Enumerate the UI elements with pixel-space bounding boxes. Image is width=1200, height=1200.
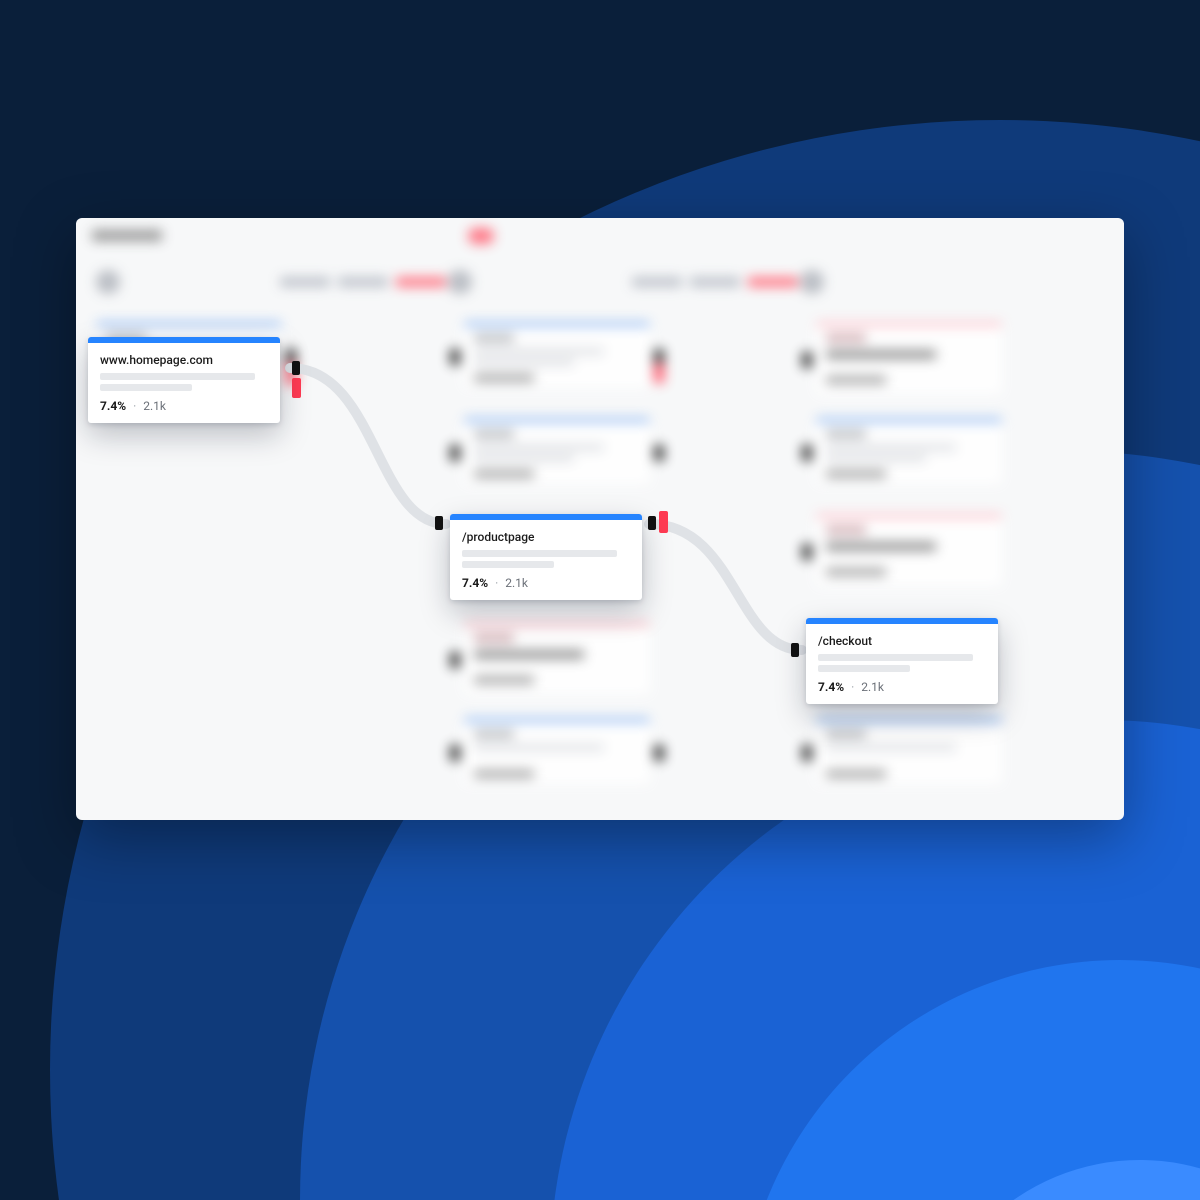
placeholder-line — [818, 665, 910, 672]
node-handle[interactable] — [292, 361, 300, 375]
stat-separator: · — [133, 399, 136, 413]
flow-node-homepage[interactable]: www.homepage.com 7.4% · 2.1k — [88, 337, 280, 423]
placeholder-line — [100, 384, 192, 391]
node-stats: 7.4% · 2.1k — [818, 680, 986, 694]
node-title: www.homepage.com — [100, 353, 268, 367]
flow-panel: www.homepage.com 7.4% · 2.1k /productpag… — [76, 218, 1124, 820]
node-handle[interactable] — [648, 516, 656, 530]
node-stats: 7.4% · 2.1k — [462, 576, 630, 590]
node-handle[interactable] — [435, 516, 443, 530]
node-handle-exit[interactable] — [659, 511, 668, 533]
node-percent: 7.4% — [100, 399, 126, 413]
node-title: /productpage — [462, 530, 630, 544]
placeholder-line — [100, 373, 255, 380]
node-percent: 7.4% — [462, 576, 488, 590]
flow-node-checkout[interactable]: /checkout 7.4% · 2.1k — [806, 618, 998, 704]
placeholder-line — [462, 561, 554, 568]
node-count: 2.1k — [861, 680, 884, 694]
placeholder-line — [462, 550, 617, 557]
node-percent: 7.4% — [818, 680, 844, 694]
stat-separator: · — [851, 680, 854, 694]
node-count: 2.1k — [505, 576, 528, 590]
placeholder-line — [818, 654, 973, 661]
flow-node-productpage[interactable]: /productpage 7.4% · 2.1k — [450, 514, 642, 600]
node-stats: 7.4% · 2.1k — [100, 399, 268, 413]
node-title: /checkout — [818, 634, 986, 648]
node-handle[interactable] — [791, 643, 799, 657]
stat-separator: · — [495, 576, 498, 590]
node-count: 2.1k — [143, 399, 166, 413]
node-handle-exit[interactable] — [292, 378, 301, 398]
